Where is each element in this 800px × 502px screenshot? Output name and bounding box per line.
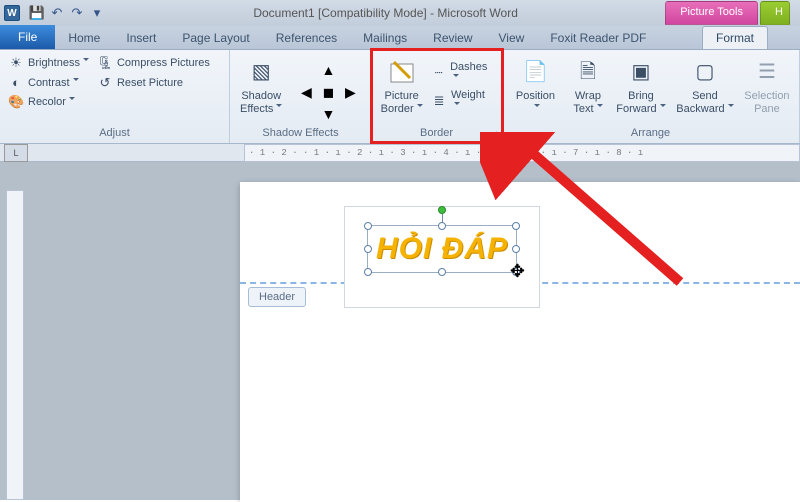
redo-icon[interactable]: ↷ [68,4,86,22]
reset-picture-button[interactable]: ↺Reset Picture [95,74,212,92]
ribbon: ☀Brightness ◐Contrast 🎨Recolor 🗜Compress… [0,50,800,144]
contextual-tab-picture-tools[interactable]: Picture Tools [665,1,758,25]
recolor-button[interactable]: 🎨Recolor [6,93,91,111]
dashes-button[interactable]: ┈Dashes [429,60,495,86]
group-label-border: Border◢ [372,125,501,143]
group-adjust: ☀Brightness ◐Contrast 🎨Recolor 🗜Compress… [0,50,230,143]
bring-forward-button[interactable]: ▣Bring Forward [613,54,669,117]
picture-border-icon [386,56,418,88]
tab-review[interactable]: Review [420,27,485,49]
position-icon: 📄 [519,56,551,88]
tab-file[interactable]: File [0,25,55,49]
weight-button[interactable]: ≣Weight [429,88,495,114]
save-icon[interactable]: 💾 [28,4,46,22]
bring-forward-icon: ▣ [625,56,657,88]
weight-icon: ≣ [431,93,447,109]
tab-view[interactable]: View [486,27,538,49]
shadow-effects-icon: ▧ [245,56,277,88]
shadow-toggle-icon[interactable]: ◼ [318,82,338,102]
tab-foxit[interactable]: Foxit Reader PDF [537,27,659,49]
undo-icon[interactable]: ↶ [48,4,66,22]
compress-pictures-button[interactable]: 🗜Compress Pictures [95,54,212,72]
group-border: Picture Border ┈Dashes ≣Weight Border◢ [372,50,502,143]
page[interactable]: Header HỎI ĐÁP ✥ [240,182,800,502]
picture-border-button[interactable]: Picture Border [378,54,425,117]
tab-insert[interactable]: Insert [113,27,169,49]
handle-nw[interactable] [364,222,372,230]
wrap-text-button[interactable]: 🗎Wrap Text [567,54,609,117]
brightness-icon: ☀ [8,55,24,71]
qat-customize-icon[interactable]: ▾ [88,4,106,22]
title-bar: W 💾 ↶ ↷ ▾ Document1 [Compatibility Mode]… [0,0,800,26]
handle-sw[interactable] [364,268,372,276]
selection-pane-button[interactable]: ☰Selection Pane [741,54,793,117]
handle-w[interactable] [364,245,372,253]
word-icon: W [4,5,20,21]
compress-icon: 🗜 [97,55,113,71]
contrast-icon: ◐ [8,75,24,90]
tab-references[interactable]: References [263,27,350,49]
tab-page-layout[interactable]: Page Layout [169,27,262,49]
tab-home[interactable]: Home [55,27,113,49]
contrast-button[interactable]: ◐Contrast [6,74,91,91]
image-content: HỎI ĐÁP [367,225,517,273]
image-text: HỎI ĐÁP [368,226,516,272]
ruler-track[interactable]: · 1 · 2 · · 1 · ı · 2 · ı · 3 · ı · 4 · … [244,144,800,162]
handle-e[interactable] [512,245,520,253]
handle-n[interactable] [438,222,446,230]
dashes-icon: ┈ [431,65,446,81]
window-title: Document1 [Compatibility Mode] - Microso… [106,6,665,20]
ribbon-tabs: File Home Insert Page Layout References … [0,26,800,50]
selected-image[interactable]: HỎI ĐÁP ✥ [344,206,540,308]
brightness-button[interactable]: ☀Brightness [6,54,91,72]
nudge-down-icon[interactable]: ▼ [318,104,338,124]
send-backward-button[interactable]: ▢Send Backward [673,54,737,117]
ruler-corner: L [4,144,28,162]
group-label-shadow: Shadow Effects [230,125,371,143]
tab-mailings[interactable]: Mailings [350,27,420,49]
rotate-handle[interactable] [438,206,446,214]
send-backward-icon: ▢ [689,56,721,88]
group-arrange: 📄Position 🗎Wrap Text ▣Bring Forward ▢Sen… [502,50,800,143]
document-workspace: Header HỎI ĐÁP ✥ [0,162,800,500]
nudge-up-icon[interactable]: ▲ [318,60,338,80]
nudge-left-icon[interactable]: ◀ [296,82,316,102]
header-label[interactable]: Header [248,287,306,307]
ruler-vertical[interactable] [6,190,24,500]
recolor-icon: 🎨 [8,94,24,110]
reset-icon: ↺ [97,75,113,91]
ruler-horizontal: L · 1 · 2 · · 1 · ı · 2 · ı · 3 · ı · 4 … [0,144,800,162]
quick-access-toolbar: 💾 ↶ ↷ ▾ [28,4,106,22]
tab-format[interactable]: Format [702,26,768,49]
handle-ne[interactable] [512,222,520,230]
nudge-right-icon[interactable]: ▶ [340,82,360,102]
handle-s[interactable] [438,268,446,276]
group-label-adjust: Adjust [0,125,229,143]
wrap-text-icon: 🗎 [572,56,604,88]
contextual-tab-other[interactable]: H [760,1,790,25]
selection-pane-icon: ☰ [751,56,783,88]
move-cursor-icon: ✥ [510,261,525,282]
shadow-effects-button[interactable]: ▧ Shadow Effects [236,54,286,117]
app-window: W 💾 ↶ ↷ ▾ Document1 [Compatibility Mode]… [0,0,800,500]
border-dialog-launcher-icon[interactable]: ◢ [490,129,497,140]
group-label-arrange: Arrange [502,125,799,143]
position-button[interactable]: 📄Position [508,54,563,117]
group-shadow-effects: ▧ Shadow Effects ▲ ◀◼▶ ▼ Shadow Effects [230,50,372,143]
